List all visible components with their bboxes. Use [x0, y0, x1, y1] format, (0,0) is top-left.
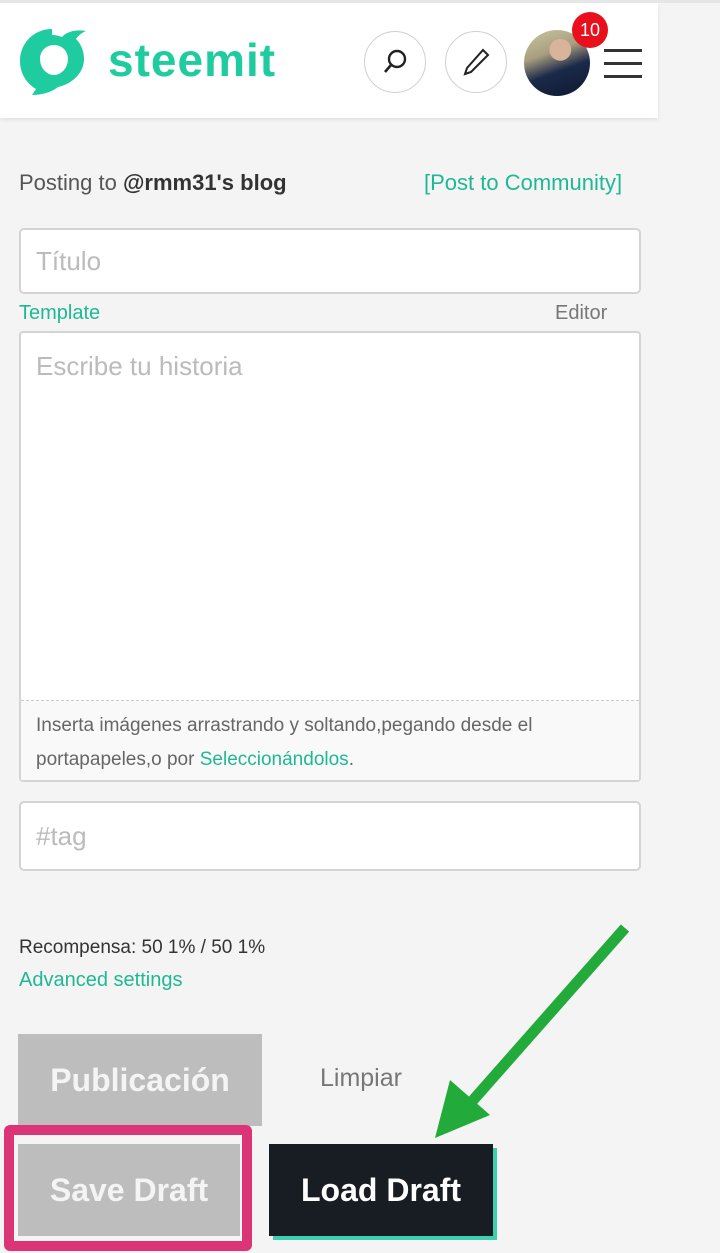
- new-post-button[interactable]: [445, 31, 507, 93]
- body-placeholder: Escribe tu historia: [36, 351, 243, 381]
- notification-badge[interactable]: 10: [572, 12, 608, 48]
- search-icon: [384, 49, 407, 73]
- search-button[interactable]: [364, 31, 426, 93]
- select-images-link[interactable]: Seleccionándolos: [200, 749, 349, 770]
- header: steemit 10: [0, 3, 658, 118]
- tags-input[interactable]: #tag: [19, 801, 641, 871]
- image-upload-hint: Inserta imágenes arrastrando y soltando,…: [21, 700, 639, 780]
- clear-button[interactable]: Limpiar: [320, 1064, 402, 1093]
- posting-to: Posting to @rmm31's blog: [19, 170, 287, 196]
- upload-hint-end: .: [348, 749, 354, 770]
- posting-prefix: Posting to: [19, 170, 123, 195]
- publish-button[interactable]: Publicación: [18, 1034, 262, 1126]
- load-draft-button[interactable]: Load Draft: [269, 1144, 493, 1236]
- post-to-community-link[interactable]: [Post to Community]: [424, 170, 622, 196]
- body-editor[interactable]: Escribe tu historia Inserta imágenes arr…: [19, 331, 641, 782]
- pencil-icon: [463, 48, 490, 76]
- title-input[interactable]: Título: [19, 228, 641, 294]
- template-link[interactable]: Template: [19, 302, 100, 325]
- arrow-annotation-icon: [435, 924, 630, 1138]
- steemit-logo-icon[interactable]: [18, 27, 86, 95]
- brand-name[interactable]: steemit: [108, 33, 276, 87]
- reward-text: Recompensa: 50 1% / 50 1%: [19, 937, 266, 958]
- posting-target: @rmm31's blog: [122, 170, 287, 195]
- editor-link[interactable]: Editor: [555, 302, 607, 325]
- advanced-settings-link[interactable]: Advanced settings: [19, 969, 182, 992]
- hamburger-menu-icon[interactable]: [604, 49, 642, 79]
- save-draft-button[interactable]: Save Draft: [18, 1144, 240, 1236]
